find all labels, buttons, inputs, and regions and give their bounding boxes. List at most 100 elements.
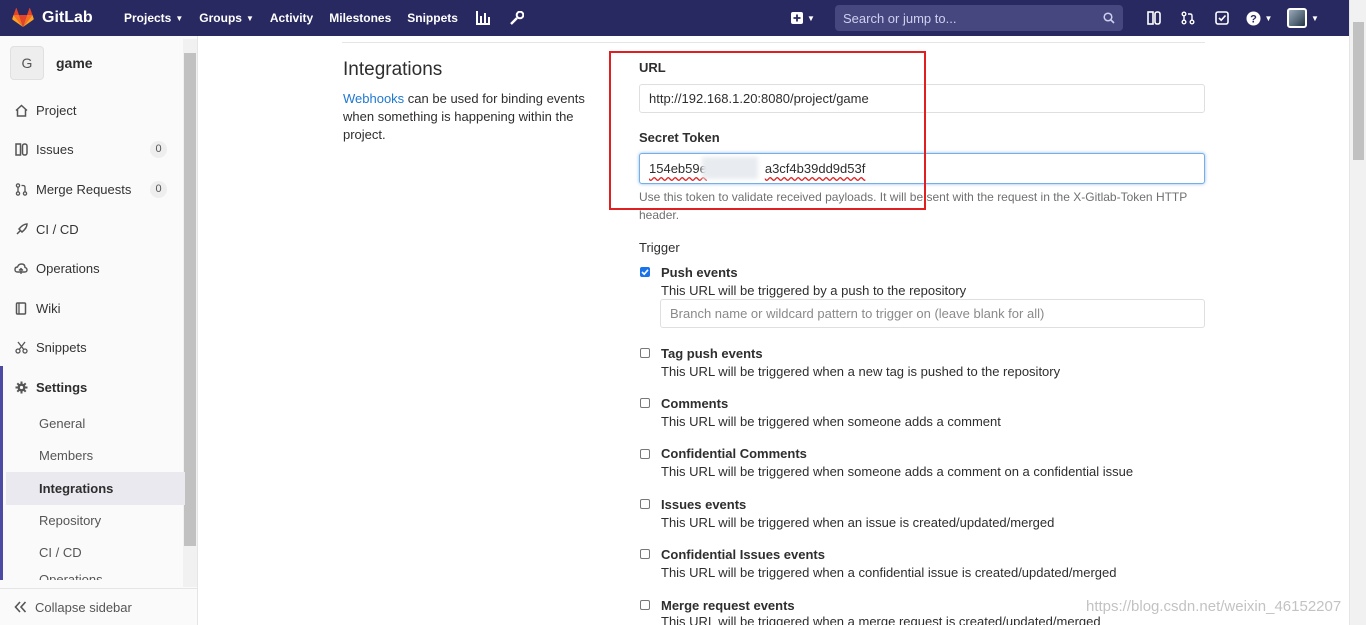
section-divider [342, 42, 1205, 43]
issues-events-title: Issues events [661, 497, 747, 512]
search-input[interactable]: Search or jump to... [835, 5, 1123, 31]
sidebar-item-ci-cd[interactable]: CI / CD [0, 213, 182, 245]
new-dropdown[interactable]: ▼ [791, 0, 815, 36]
settings-ci-cd[interactable]: CI / CD [6, 537, 185, 567]
merge-request-icon [14, 182, 28, 196]
page-scrollbar[interactable] [1349, 0, 1366, 625]
confidential-issues-events-desc: This URL will be triggered when a confid… [661, 565, 1117, 580]
sidebar-item-label: Operations [36, 260, 100, 276]
tag-push-events-desc: This URL will be triggered when a new ta… [661, 364, 1061, 379]
nav-activity[interactable]: Activity [262, 0, 321, 36]
double-chevron-left-icon [14, 601, 27, 613]
gitlab-logo-icon [12, 8, 34, 27]
sidebar-item-snippets[interactable]: Snippets [0, 331, 182, 363]
collapse-sidebar-button[interactable]: Collapse sidebar [0, 588, 197, 625]
sidebar-item-merge-requests[interactable]: Merge Requests 0 [0, 173, 182, 205]
merge-request-events-title: Merge request events [661, 598, 795, 613]
page-title: Integrations [343, 59, 443, 80]
avatar-icon [1287, 8, 1308, 28]
branch-filter-placeholder: Branch name or wildcard pattern to trigg… [670, 306, 1045, 321]
sidebar-item-issues[interactable]: Issues 0 [0, 133, 182, 165]
push-events-checkbox[interactable] [640, 267, 650, 277]
confidential-comments-title: Confidential Comments [661, 446, 807, 461]
sidebar-scrollbar[interactable] [183, 39, 197, 587]
merge-request-icon[interactable] [1171, 0, 1205, 36]
todo-icon[interactable] [1205, 0, 1239, 36]
settings-integrations[interactable]: Integrations [6, 472, 185, 505]
search-placeholder: Search or jump to... [843, 10, 957, 26]
settings-integrations-label: Integrations [39, 481, 114, 496]
brand-name: GitLab [42, 9, 93, 26]
issues-events-desc: This URL will be triggered when an issue… [661, 515, 1055, 530]
settings-general-label: General [39, 415, 86, 431]
sidebar-item-label: Project [36, 102, 77, 118]
issues-icon [14, 142, 28, 156]
confidential-issues-events-checkbox[interactable] [640, 549, 650, 559]
chevron-down-icon: ▼ [175, 13, 184, 23]
nav-snippets-label: Snippets [407, 11, 458, 25]
settings-general[interactable]: General [6, 408, 185, 438]
sidebar-item-label: Issues [36, 141, 74, 157]
checkmark-icon [641, 269, 649, 276]
confidential-comments-checkbox[interactable] [640, 449, 650, 459]
annotation-highlight-box [609, 51, 926, 210]
webhooks-link[interactable]: Webhooks [343, 91, 404, 106]
project-name: game [56, 55, 93, 71]
nav-projects[interactable]: Projects ▼ [116, 0, 191, 36]
settings-repository[interactable]: Repository [6, 505, 185, 535]
sidebar-scrollbar-thumb[interactable] [184, 53, 196, 546]
branch-filter-input[interactable]: Branch name or wildcard pattern to trigg… [660, 299, 1205, 328]
watermark: https://blog.csdn.net/weixin_46152207 [1086, 598, 1342, 615]
chevron-down-icon: ▼ [1311, 13, 1319, 23]
scrollbar-thumb[interactable] [1353, 22, 1364, 160]
settings-operations-label: Operations [39, 572, 103, 580]
home-icon [14, 103, 28, 117]
trigger-label: Trigger [639, 240, 680, 255]
push-events-desc: This URL will be triggered by a push to … [661, 283, 967, 298]
settings-section: Settings General Members Integrations Re… [0, 366, 185, 580]
gitlab-home-link[interactable]: GitLab [0, 8, 116, 28]
search-icon [1103, 12, 1115, 24]
sidebar-item-project[interactable]: Project [0, 94, 182, 126]
wrench-icon[interactable] [500, 0, 534, 36]
comments-checkbox[interactable] [640, 398, 650, 408]
confidential-issues-events-title: Confidential Issues events [661, 547, 825, 562]
project-avatar: G [10, 46, 44, 80]
tag-push-events-title: Tag push events [661, 346, 763, 361]
merge-requests-count-badge: 0 [150, 180, 167, 198]
plus-icon [791, 12, 803, 24]
sidebar-item-wiki[interactable]: Wiki [0, 292, 182, 324]
top-navbar: GitLab Projects ▼ Groups ▼ Activity Milest… [0, 0, 1349, 36]
settings-ci-cd-label: CI / CD [39, 544, 82, 560]
cloud-icon [14, 261, 28, 275]
nav-milestones[interactable]: Milestones [321, 0, 399, 36]
confidential-comments-desc: This URL will be triggered when someone … [661, 464, 1134, 479]
issues-icon[interactable] [1137, 0, 1171, 36]
sidebar-item-operations[interactable]: Operations [0, 252, 182, 284]
help-icon[interactable]: ? ▼ [1239, 0, 1279, 36]
settings-repository-label: Repository [39, 512, 102, 528]
project-sidebar: G game Project Issues 0 Merge Requests 0… [0, 36, 198, 625]
nav-snippets[interactable]: Snippets [399, 0, 466, 36]
collapse-sidebar-label: Collapse sidebar [35, 599, 132, 615]
chart-icon[interactable] [466, 0, 500, 36]
nav-activity-label: Activity [269, 11, 314, 25]
chevron-down-icon: ▼ [245, 13, 254, 23]
comments-desc: This URL will be triggered when someone … [661, 414, 1001, 429]
gear-icon [14, 380, 28, 394]
issues-events-checkbox[interactable] [640, 499, 650, 509]
nav-milestones-label: Milestones [329, 11, 392, 25]
merge-request-events-checkbox[interactable] [640, 600, 650, 610]
tag-push-events-checkbox[interactable] [640, 348, 650, 358]
nav-groups[interactable]: Groups ▼ [191, 0, 262, 36]
settings-operations[interactable]: Operations [6, 569, 185, 580]
nav-projects-label: Projects [124, 11, 172, 25]
project-header[interactable]: G game [10, 46, 93, 80]
sidebar-item-label: CI / CD [36, 221, 79, 237]
integrations-description: Webhooks can be used for binding events … [343, 90, 618, 144]
settings-members[interactable]: Members [6, 440, 185, 470]
issues-count-badge: 0 [150, 140, 167, 158]
sidebar-item-settings[interactable]: Settings [0, 371, 182, 403]
user-menu[interactable]: ▼ [1279, 0, 1327, 36]
settings-members-label: Members [39, 447, 94, 463]
